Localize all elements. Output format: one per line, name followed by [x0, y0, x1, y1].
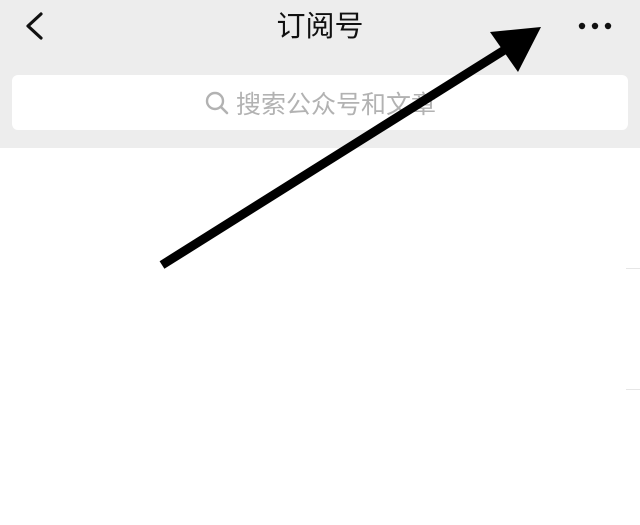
list-divider — [626, 268, 640, 269]
search-placeholder: 搜索公众号和文章 — [235, 89, 436, 119]
content-area — [0, 148, 640, 525]
more-horizontal-icon — [570, 6, 622, 46]
page-title: 订阅号 — [276, 9, 364, 43]
search-bar[interactable]: 搜索公众号和文章 — [12, 75, 628, 130]
more-options-button[interactable] — [570, 6, 622, 46]
back-button[interactable] — [14, 4, 58, 48]
header-bar: 订阅号 搜索公众号和文章 — [0, 0, 640, 148]
search-icon — [204, 90, 230, 116]
chevron-left-icon — [14, 4, 58, 48]
search-content: 搜索公众号和文章 — [12, 75, 628, 130]
list-divider — [626, 389, 640, 390]
